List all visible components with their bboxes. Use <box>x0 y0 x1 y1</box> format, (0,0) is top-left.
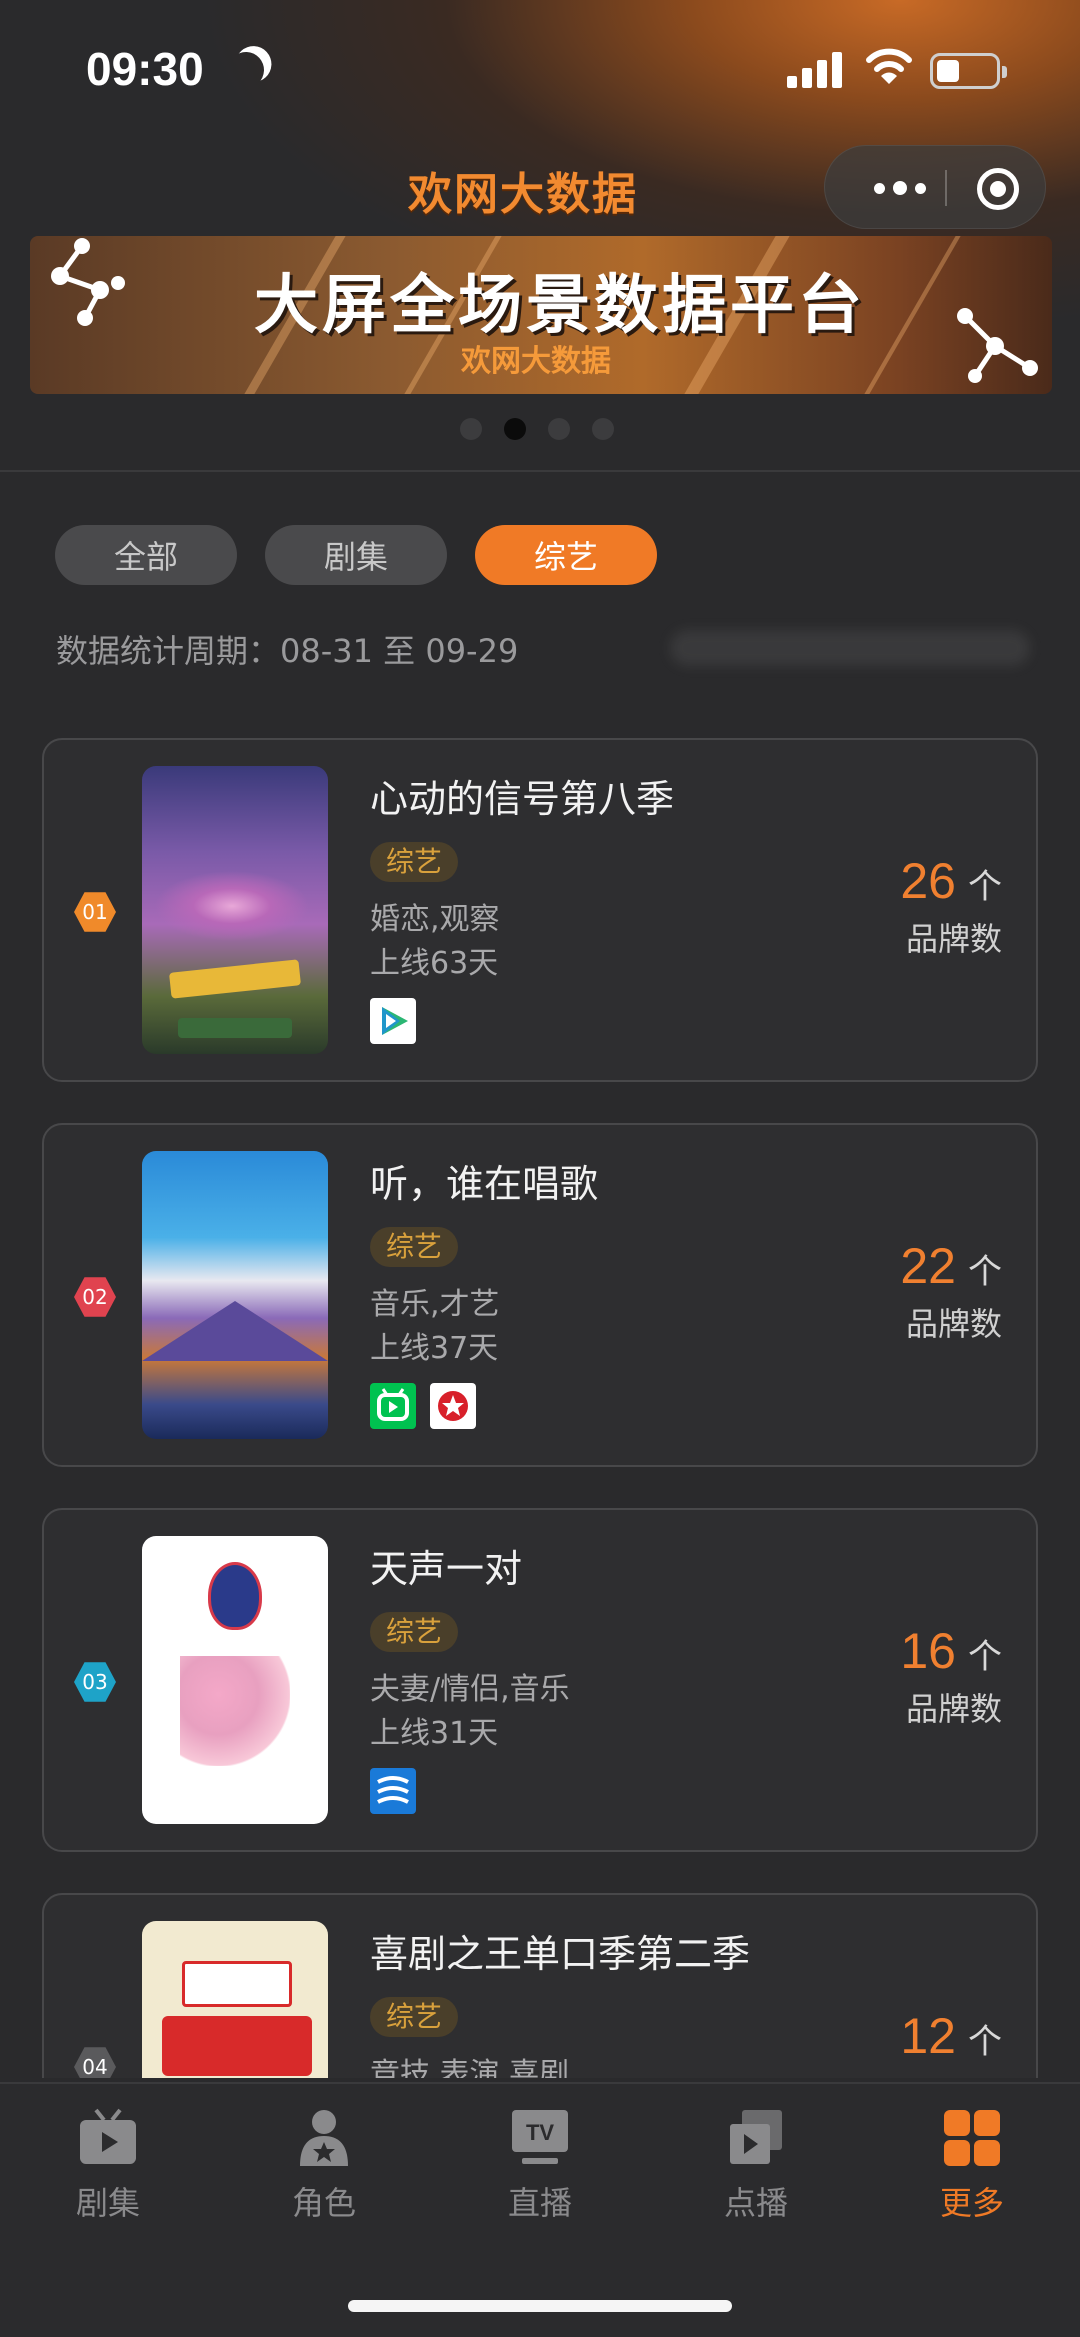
tab-label: 直播 <box>507 2184 572 2222</box>
show-card[interactable]: 04 喜剧之王单口季第二季 综艺 竞技,表演,喜剧 12 个 <box>42 1893 1038 2078</box>
status-bar: 09:30 <box>0 0 1080 140</box>
show-meta: 夫妻/情侣,音乐 上线31天 <box>370 1668 570 1756</box>
show-title: 心动的信号第八季 <box>370 777 675 821</box>
tv-play-icon <box>76 2106 140 2170</box>
tencent-video-icon <box>370 998 416 1044</box>
show-poster[interactable] <box>142 1151 328 1439</box>
brand-count: 16 个 品牌数 <box>900 1622 1002 1730</box>
brand-count: 12 个 <box>900 2007 1002 2065</box>
carousel-dot <box>592 418 614 440</box>
moon-icon <box>223 47 269 93</box>
brand-count-number: 16 <box>900 1623 956 1679</box>
show-genres: 竞技,表演,喜剧 <box>370 2057 570 2078</box>
show-meta: 竞技,表演,喜剧 <box>370 2053 569 2078</box>
show-card[interactable]: 03 天声一对 综艺 夫妻/情侣,音乐 上线31天 16 个 品牌数 <box>42 1508 1038 1852</box>
tab-more[interactable]: 更多 <box>892 2106 1052 2224</box>
tab-series[interactable]: 剧集 <box>28 2106 188 2224</box>
show-online-days: 上线37天 <box>370 1331 499 1366</box>
miniprogram-capsule <box>824 145 1046 229</box>
cellular-signal-icon <box>787 52 843 88</box>
rank-badge: 03 <box>74 1662 116 1702</box>
brand-logo: 欢网大数据 <box>408 169 638 220</box>
carousel-indicator <box>460 418 614 440</box>
brand-count-label: 品牌数 <box>905 920 1002 958</box>
show-meta: 婚恋,观察 上线63天 <box>370 898 500 986</box>
platform-list <box>370 1383 476 1429</box>
carousel-dot <box>460 418 482 440</box>
network-nodes-icon <box>51 238 125 326</box>
brand-count: 26 个 品牌数 <box>900 852 1002 960</box>
filter-tab-variety[interactable]: 综艺 <box>475 525 657 585</box>
show-title: 听，谁在唱歌 <box>370 1162 599 1206</box>
carousel-dot <box>504 418 526 440</box>
brand-count-number: 12 <box>900 2008 956 2064</box>
banner-title: 大屏全场景数据平台 <box>254 269 866 343</box>
brand-count-number: 22 <box>900 1238 956 1294</box>
show-title: 喜剧之王单口季第二季 <box>370 1932 751 1976</box>
rank-badge: 01 <box>74 892 116 932</box>
brand-count-label: 品牌数 <box>905 1690 1002 1728</box>
show-poster[interactable] <box>142 766 328 1054</box>
dragon-tv-icon <box>430 1383 476 1429</box>
show-title: 天声一对 <box>370 1547 523 1591</box>
brand-count-unit: 个 <box>968 1252 1002 1292</box>
show-card[interactable]: 01 心动的信号第八季 综艺 婚恋,观察 上线63天 26 个 品牌数 <box>42 738 1038 1082</box>
genre-tag: 综艺 <box>370 1227 459 1267</box>
iqiyi-icon <box>370 1383 416 1429</box>
tab-label: 更多 <box>939 2184 1004 2222</box>
platform-list <box>370 1768 416 1814</box>
brand-count-unit: 个 <box>968 2022 1002 2062</box>
divider <box>0 470 1080 472</box>
svg-text:TV: TV <box>526 2120 554 2145</box>
show-online-days: 上线31天 <box>370 1716 499 1751</box>
rank-badge: 02 <box>74 1277 116 1317</box>
filter-tab-series[interactable]: 剧集 <box>265 525 447 585</box>
brand-count-label: 品牌数 <box>905 1305 1002 1343</box>
show-online-days: 上线63天 <box>370 946 499 981</box>
show-poster[interactable] <box>142 1921 328 2078</box>
platform-list <box>370 998 416 1044</box>
stat-period: 数据统计周期：08-31 至 09-29 <box>56 632 519 670</box>
genre-tag: 综艺 <box>370 842 459 882</box>
person-star-icon <box>292 2106 356 2170</box>
live-tv-icon: TV <box>508 2106 572 2170</box>
blurred-watermark <box>670 630 1030 666</box>
show-ranking-list: 01 心动的信号第八季 综艺 婚恋,观察 上线63天 26 个 品牌数 02 听，… <box>0 738 1080 2078</box>
brand-count-unit: 个 <box>968 867 1002 907</box>
home-indicator[interactable] <box>348 2300 732 2312</box>
tab-live[interactable]: TV 直播 <box>460 2106 620 2224</box>
show-card[interactable]: 02 听，谁在唱歌 综艺 音乐,才艺 上线37天 22 个 品牌数 <box>42 1123 1038 1467</box>
tab-vod[interactable]: 点播 <box>676 2106 836 2224</box>
vod-icon <box>724 2106 788 2170</box>
banner-subtitle: 欢网大数据 <box>461 344 611 379</box>
genre-tag: 综艺 <box>370 1612 459 1652</box>
show-meta: 音乐,才艺 上线37天 <box>370 1283 500 1371</box>
brand-count: 22 个 品牌数 <box>900 1237 1002 1345</box>
wifi-icon <box>866 48 912 84</box>
brand-count-number: 26 <box>900 853 956 909</box>
show-poster[interactable] <box>142 1536 328 1824</box>
grid-more-icon <box>940 2106 1004 2170</box>
show-genres: 音乐,才艺 <box>370 1287 500 1322</box>
category-filter: 全部 剧集 综艺 <box>55 525 657 585</box>
tab-label: 角色 <box>291 2184 356 2222</box>
battery-icon <box>930 53 1007 89</box>
close-miniprogram-icon[interactable] <box>977 168 1019 210</box>
zhejiang-tv-icon <box>370 1768 416 1814</box>
tab-label: 点播 <box>723 2184 788 2222</box>
tab-label: 剧集 <box>75 2184 140 2222</box>
status-time: 09:30 <box>86 43 204 95</box>
carousel-dot <box>548 418 570 440</box>
bottom-tab-bar: 剧集 角色 TV 直播 点播 更多 <box>0 2082 1080 2337</box>
show-genres: 夫妻/情侣,音乐 <box>370 1672 570 1707</box>
filter-tab-all[interactable]: 全部 <box>55 525 237 585</box>
promo-banner[interactable]: 大屏全场景数据平台 欢网大数据 <box>30 236 1052 394</box>
show-genres: 婚恋,观察 <box>370 902 500 937</box>
more-options-icon[interactable] <box>855 166 945 210</box>
tab-roles[interactable]: 角色 <box>244 2106 404 2224</box>
genre-tag: 综艺 <box>370 1997 459 2037</box>
rank-badge: 04 <box>74 2047 116 2078</box>
brand-count-unit: 个 <box>968 1637 1002 1677</box>
